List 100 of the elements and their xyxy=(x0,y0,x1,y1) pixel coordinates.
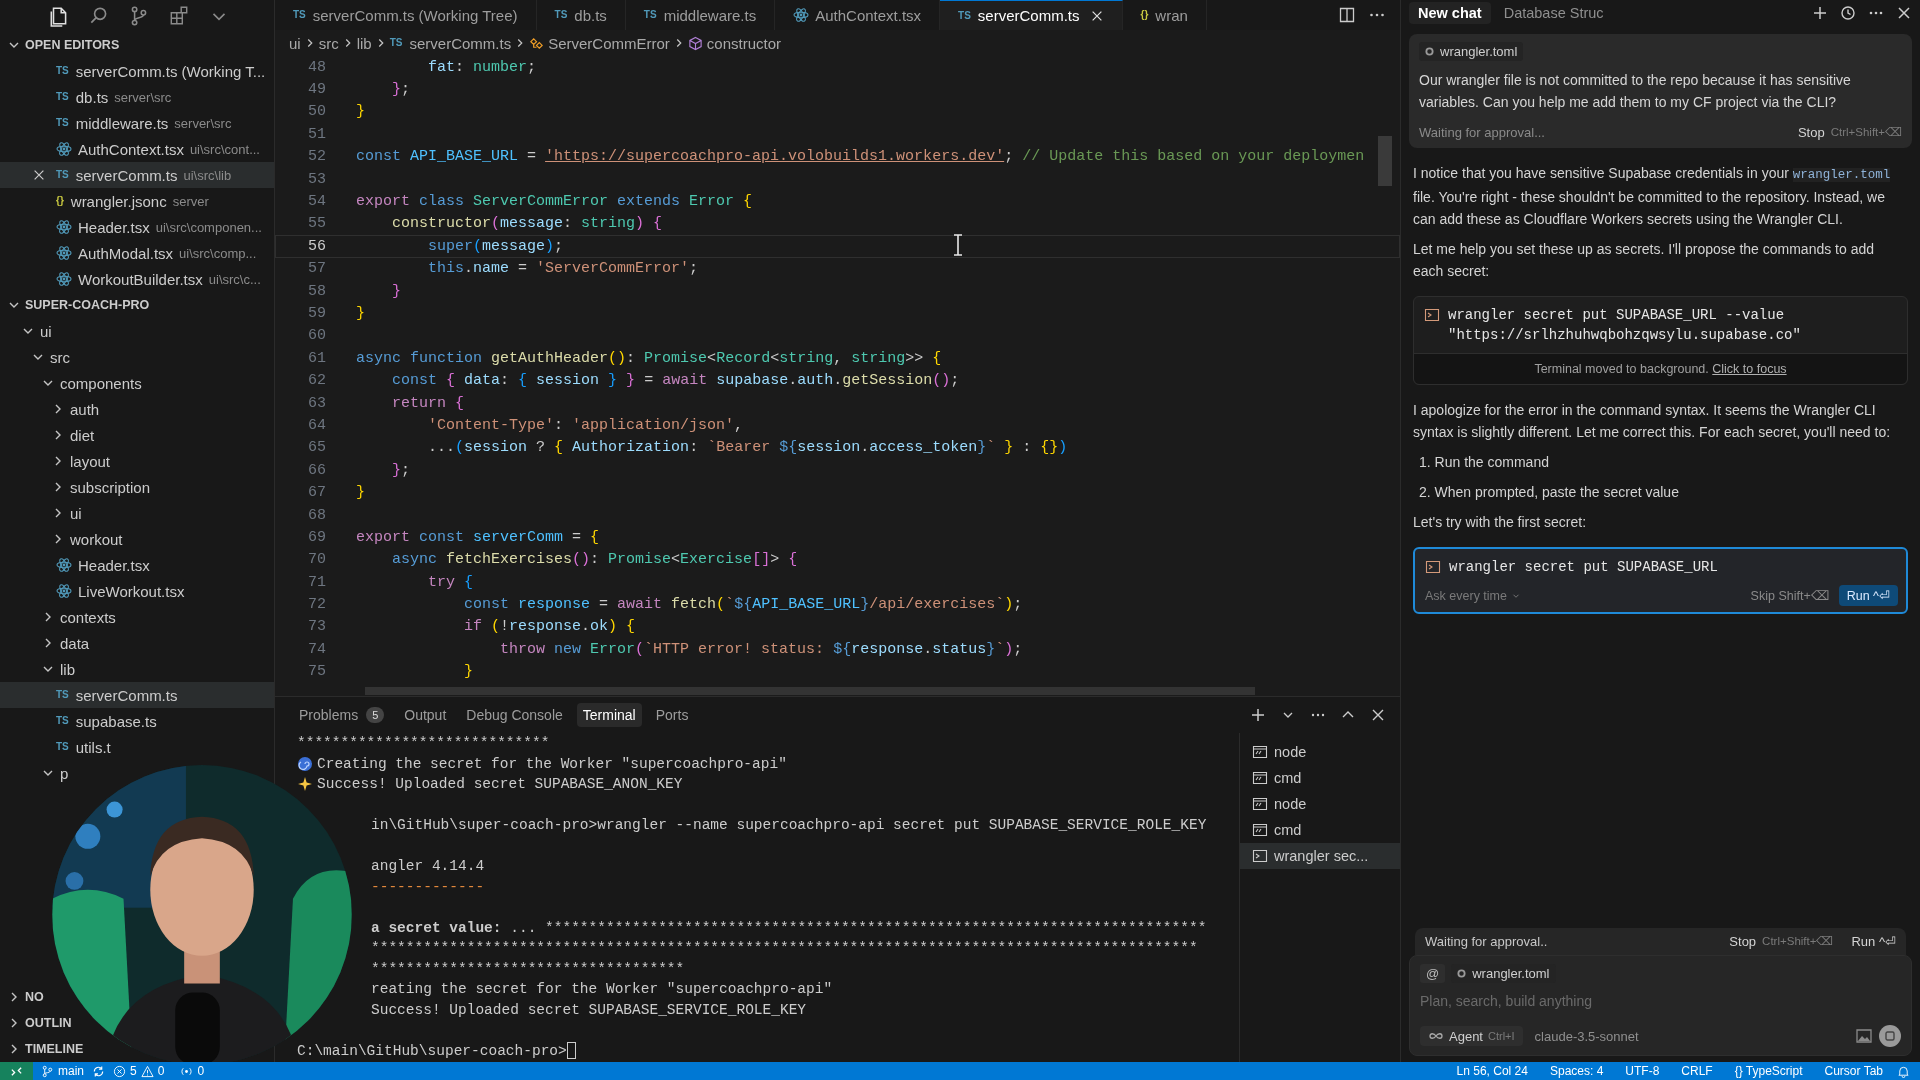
line-number: 58 xyxy=(307,282,327,300)
folder-item[interactable]: layout xyxy=(0,448,119,474)
panel-tab[interactable]: Problems 5 xyxy=(293,703,391,727)
panel-tab[interactable]: Terminal xyxy=(576,703,642,727)
folder-item[interactable]: p xyxy=(0,760,77,786)
plus-icon[interactable] xyxy=(1250,707,1266,723)
terminal-item[interactable]: cmd xyxy=(1240,817,1400,843)
problems-button[interactable]: 5 0 xyxy=(105,1064,173,1078)
breadcrumb-item[interactable]: src xyxy=(318,34,339,52)
file-item[interactable]: TS supabase.ts xyxy=(0,708,165,734)
terminal-item[interactable]: cmd xyxy=(1240,765,1400,791)
message-text: Let's try with the first secret: xyxy=(1413,513,1588,532)
breadcrumb-item[interactable]: TS serverComm.ts xyxy=(389,34,512,52)
sync-icon[interactable] xyxy=(92,1064,105,1078)
image-icon[interactable] xyxy=(1855,1027,1873,1045)
chat-tab[interactable]: Database Struc xyxy=(1494,2,1613,24)
folder-item[interactable]: components xyxy=(0,370,150,396)
panel-tab[interactable]: Ports xyxy=(649,703,695,727)
section-header[interactable]: OUTLIN xyxy=(0,1010,76,1036)
editor-tab[interactable]: TS serverComm.ts (Working Tree) xyxy=(275,0,537,30)
stop-button[interactable] xyxy=(1879,1025,1901,1047)
editor-tab[interactable]: TS serverComm.ts xyxy=(940,0,1123,30)
scrollbar-thumb[interactable] xyxy=(1378,136,1392,186)
folder-item[interactable]: diet xyxy=(0,422,103,448)
scrollbar-thumb[interactable] xyxy=(365,687,1255,695)
terminal-line: Success! Uploaded secret SUPABASE_ANON_KEY xyxy=(317,776,683,793)
file-item[interactable]: LiveWorkout.tsx xyxy=(0,578,193,604)
status-item[interactable]: Cursor Tab xyxy=(1816,1064,1891,1078)
status-item[interactable]: Spaces: 4 xyxy=(1541,1064,1612,1078)
console-icon xyxy=(1252,744,1268,760)
terminal-item[interactable]: node xyxy=(1240,739,1400,765)
status-item[interactable]: Ln 56, Col 24 xyxy=(1448,1064,1536,1078)
status-item[interactable]: CRLF xyxy=(1673,1064,1721,1078)
breadcrumb-item[interactable]: ui xyxy=(289,34,301,52)
folder-item[interactable]: workout xyxy=(0,526,131,552)
history-icon[interactable] xyxy=(1840,5,1856,21)
open-editor-item[interactable]: TS db.ts server\src xyxy=(0,84,180,110)
open-editor-item[interactable]: AuthModal.tsx ui\src\comp... xyxy=(0,240,265,266)
open-editor-item[interactable]: TS serverComm.ts (Working T... xyxy=(0,58,274,84)
breadcrumb-item[interactable]: constructor xyxy=(687,34,782,52)
console-icon xyxy=(1252,796,1268,812)
folder-item[interactable]: src xyxy=(0,344,78,370)
agent-dropdown[interactable]: Agent Ctrl+I xyxy=(1420,1026,1523,1046)
run-button[interactable]: Run ^⏎ xyxy=(1851,934,1896,949)
panel-tab[interactable]: Output xyxy=(398,703,453,727)
editor-tab[interactable]: TS middleware.ts xyxy=(625,0,776,30)
section-header[interactable]: OPEN EDITORS xyxy=(0,32,124,58)
extensions-icon[interactable] xyxy=(168,5,190,27)
remote-button[interactable] xyxy=(0,1062,33,1080)
section-header[interactable]: TIMELINE xyxy=(0,1036,88,1062)
editor-tab[interactable]: {} wran xyxy=(1122,0,1207,30)
open-editor-item[interactable]: WorkoutBuilder.tsx ui\src\c... xyxy=(0,266,269,292)
chat-input[interactable]: Plan, search, build anything xyxy=(1420,993,1901,1009)
terminal-item[interactable]: node xyxy=(1240,791,1400,817)
skip-button[interactable]: Skip Shift+⌫ xyxy=(1740,588,1839,603)
open-editor-item[interactable]: Header.tsx ui\src\componen... xyxy=(0,214,270,240)
folder-item[interactable]: ui xyxy=(0,318,60,344)
file-chip[interactable]: wrangler.toml xyxy=(1419,42,1524,61)
folder-item[interactable]: ui xyxy=(0,500,90,526)
folder-item[interactable]: data xyxy=(0,630,98,656)
section-header[interactable]: SUPER-COACH-PRO xyxy=(0,292,154,318)
breadcrumb-item[interactable]: lib xyxy=(356,34,372,52)
line-number: 66 xyxy=(307,461,327,479)
status-item[interactable]: {} TypeScript xyxy=(1726,1064,1811,1078)
branch-button[interactable]: main xyxy=(33,1064,92,1078)
model-dropdown[interactable]: claude-3.5-sonnet xyxy=(1528,1027,1645,1045)
chat-tab[interactable]: New chat xyxy=(1409,2,1491,24)
folder-item[interactable]: subscription xyxy=(0,474,159,500)
terminal-item[interactable]: wrangler sec... xyxy=(1240,843,1400,869)
ports-button[interactable]: 0 xyxy=(172,1064,213,1078)
open-editor-item[interactable]: TS serverComm.ts ui\src\lib xyxy=(0,162,274,188)
plus-icon[interactable] xyxy=(1812,5,1828,21)
folder-item[interactable]: contexts xyxy=(0,604,124,630)
mention-button[interactable]: @ xyxy=(1420,964,1446,983)
close-icon[interactable] xyxy=(1896,5,1912,21)
open-editor-item[interactable]: AuthContext.tsx ui\src\cont... xyxy=(0,136,268,162)
folder-item[interactable]: auth xyxy=(0,396,108,422)
status-item[interactable]: UTF-8 xyxy=(1617,1064,1668,1078)
file-item[interactable]: TS serverComm.ts xyxy=(0,682,274,708)
code-line: const API_BASE_URL = 'https://supercoachpro-api.volobuilds1.workers.dev'; // Update this based on your deploymen xyxy=(356,148,1365,166)
open-editor-item[interactable]: TS middleware.ts server\src xyxy=(0,110,240,136)
close-icon[interactable] xyxy=(1370,707,1386,723)
breadcrumb-item[interactable]: ServerCommError xyxy=(529,34,670,52)
cube-icon xyxy=(687,35,703,51)
focus-link[interactable]: Click to focus xyxy=(1712,362,1787,376)
run-button[interactable]: Run ^⏎ xyxy=(1838,585,1898,606)
file-item[interactable]: Header.tsx xyxy=(0,552,158,578)
bell-icon[interactable] xyxy=(1897,1064,1910,1078)
stop-button[interactable]: Stop Ctrl+Shift+⌫ xyxy=(1729,934,1834,949)
section-header[interactable]: NO xyxy=(0,984,48,1010)
mode-dropdown[interactable]: Ask every time xyxy=(1425,588,1521,603)
folder-item[interactable]: lib xyxy=(0,656,83,682)
line-number: 53 xyxy=(307,170,327,188)
stop-button[interactable]: Stop Ctrl+Shift+⌫ xyxy=(1797,125,1902,140)
close-icon[interactable] xyxy=(32,168,46,182)
editor-tab[interactable]: TS db.ts xyxy=(536,0,626,30)
file-item[interactable]: TS utils.t xyxy=(0,734,119,760)
split-editor-icon[interactable] xyxy=(1338,6,1356,24)
open-editor-item[interactable]: {} wrangler.jsonc server xyxy=(0,188,217,214)
panel-tab[interactable]: Debug Console xyxy=(460,703,569,727)
